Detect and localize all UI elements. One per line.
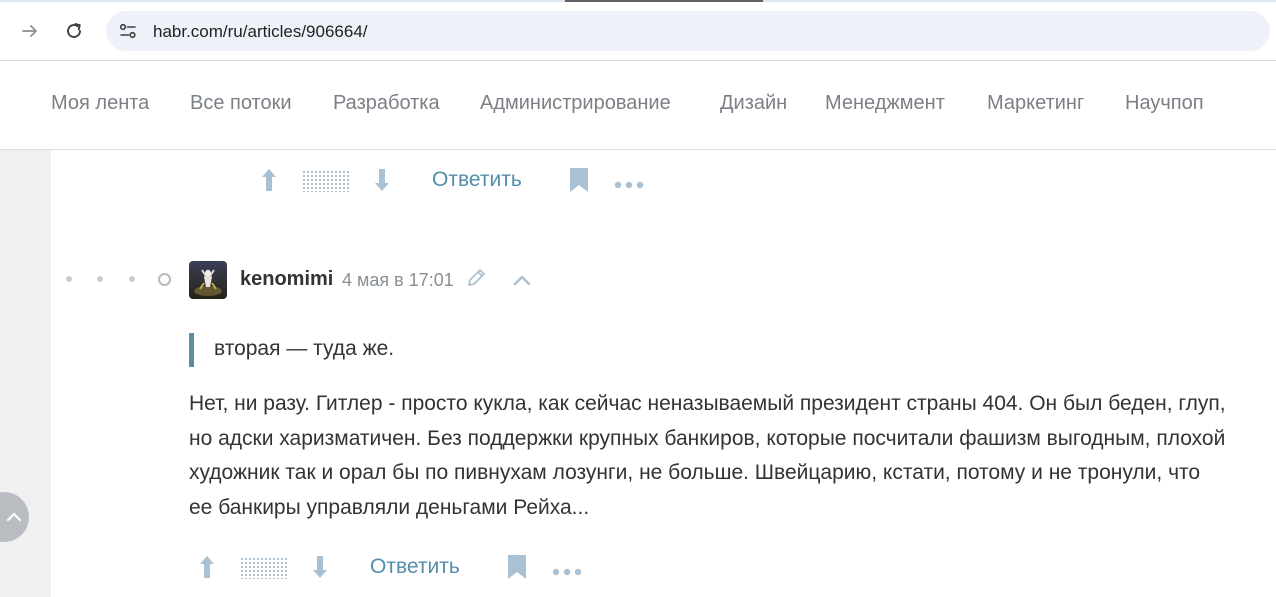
site-settings-icon[interactable] [118,21,138,41]
nav-item-administration[interactable]: Администрирование [480,92,671,115]
url-text[interactable]: habr.com/ru/articles/906664/ [153,22,368,42]
nav-item-all-streams[interactable]: Все потоки [190,92,292,115]
comment-body: Нет, ни разу. Гитлер - просто кукла, как… [189,392,1226,519]
downvote-icon[interactable] [371,166,393,194]
nav-item-popsci[interactable]: Научпоп [1125,92,1204,115]
reload-icon[interactable] [60,17,88,45]
chevron-up-icon [6,512,22,522]
upvote-icon[interactable] [196,553,218,581]
address-bar[interactable]: habr.com/ru/articles/906664/ [106,11,1270,51]
bookmark-icon[interactable] [568,167,590,193]
comments-area: Ответить kenomimi 4 мая в 17:01 вторая —… [51,150,1276,597]
comment-timestamp[interactable]: 4 мая в 17:01 [342,270,454,291]
comment-actions: Ответить [196,551,596,583]
browser-toolbar: habr.com/ru/articles/906664/ [0,0,1276,61]
thread-level-dot [97,276,103,282]
score-placeholder [302,170,350,192]
upvote-icon[interactable] [258,166,280,194]
pencil-icon [465,267,487,289]
chevron-up-icon[interactable] [510,268,534,292]
nav-item-my-feed[interactable]: Моя лента [51,92,149,115]
forward-icon[interactable] [16,17,44,45]
nav-item-management[interactable]: Менеджмент [825,92,945,115]
prev-comment-actions: Ответить [258,164,658,196]
nav-item-marketing[interactable]: Маркетинг [987,92,1084,115]
bookmark-icon[interactable] [506,554,528,580]
nav-item-development[interactable]: Разработка [333,92,440,115]
active-tab-indicator [565,0,763,2]
avatar[interactable] [189,261,227,299]
reply-button[interactable]: Ответить [370,555,460,579]
score-placeholder [240,557,288,579]
comment-username[interactable]: kenomimi [240,268,333,291]
thread-level-dot [66,276,72,282]
more-icon[interactable] [614,176,646,189]
thread-level-current[interactable] [158,273,171,286]
downvote-icon[interactable] [309,553,331,581]
thread-level-dot [129,276,135,282]
quote-bar [189,333,194,367]
scroll-to-top-button[interactable] [0,492,29,542]
comment-quote: вторая — туда же. [214,337,395,360]
more-icon[interactable] [552,563,584,576]
reply-button[interactable]: Ответить [432,168,522,192]
nav-item-design[interactable]: Дизайн [720,92,787,115]
habr-nav: Моя лента Все потоки Разработка Админист… [0,61,1276,150]
